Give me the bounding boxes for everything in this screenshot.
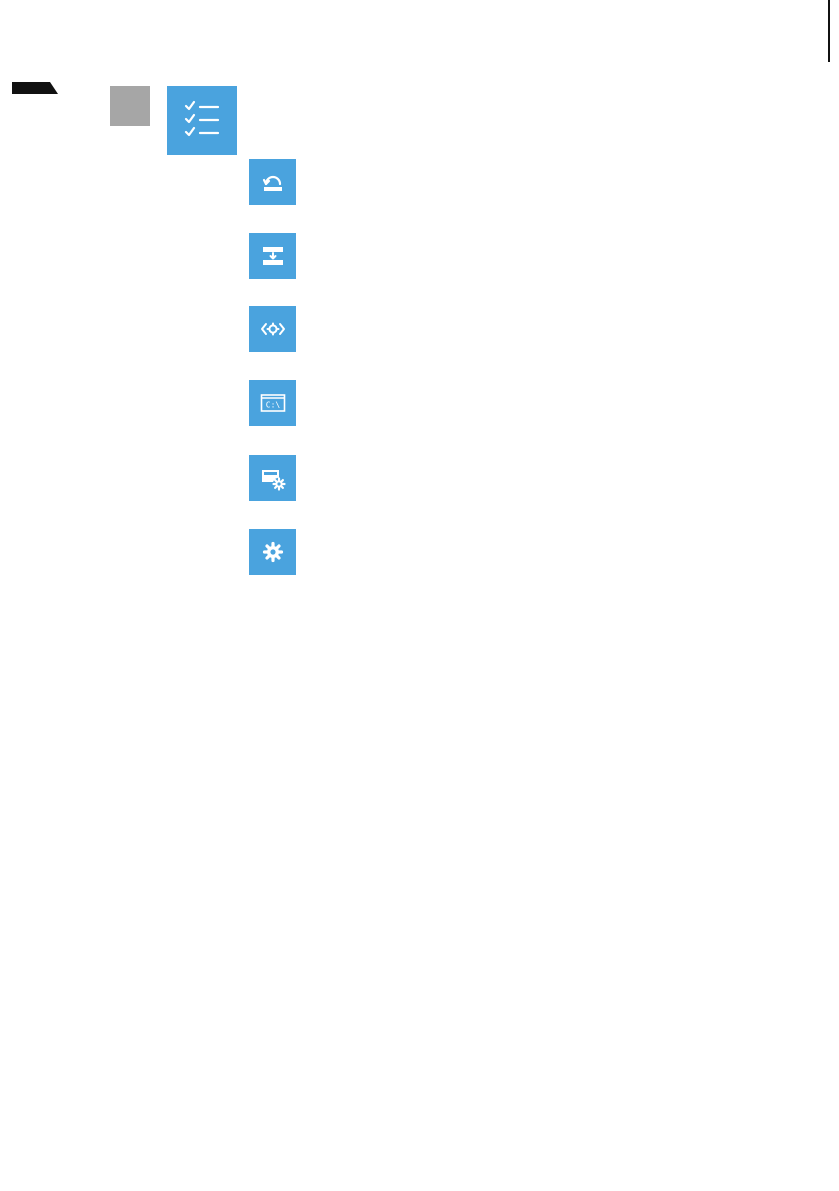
uefi-firmware-settings-icon [258,463,288,493]
command-prompt-glyph: C:\ [265,401,280,410]
startup-repair-icon [258,314,288,344]
edge-rule [828,0,830,62]
command-prompt-tile[interactable]: C:\ [249,380,296,426]
startup-settings-icon [258,537,288,567]
startup-settings-tile[interactable] [249,529,296,575]
startup-repair-tile[interactable] [249,306,296,352]
checklist-tile [167,86,237,155]
corner-tab [12,82,58,94]
system-restore-icon [258,167,288,197]
step-marker [110,86,150,126]
uefi-firmware-settings-tile[interactable] [249,455,296,501]
command-prompt-icon: C:\ [258,388,288,418]
system-image-recovery-tile[interactable] [249,233,296,279]
system-image-recovery-icon [258,241,288,271]
system-restore-tile[interactable] [249,159,296,205]
checklist-icon [178,99,226,143]
